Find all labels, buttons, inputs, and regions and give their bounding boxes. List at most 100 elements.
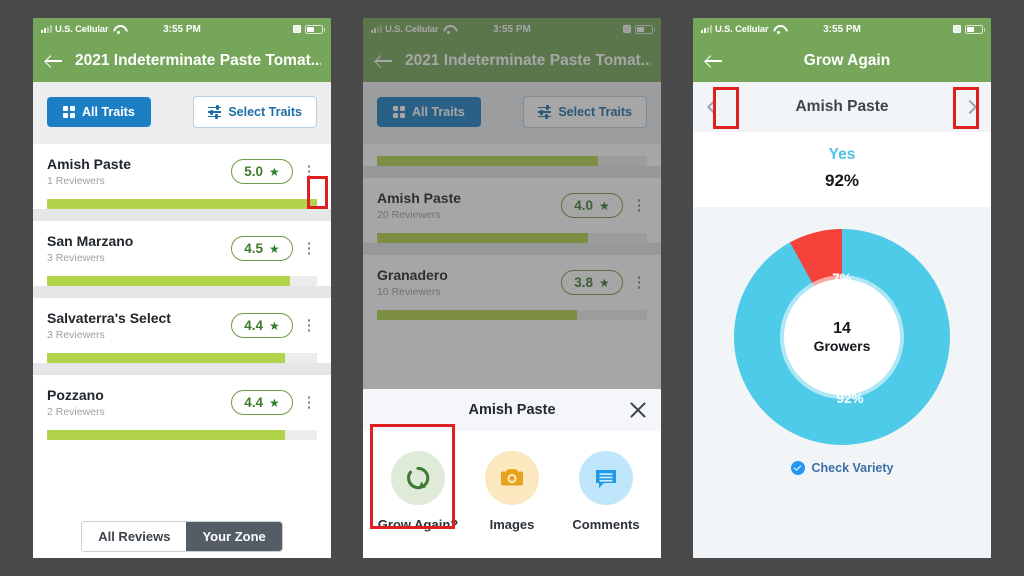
kebab-menu-icon[interactable] xyxy=(301,393,317,413)
star-icon: ★ xyxy=(269,318,280,333)
status-bar: U.S. Cellular 3:55 PM xyxy=(33,18,331,40)
review-scope-toolbar: All Reviews Your Zone xyxy=(33,514,331,558)
variety-name: San Marzano xyxy=(47,233,134,249)
battery-icon xyxy=(965,24,985,34)
action-sheet-header: Amish Paste xyxy=(363,389,661,431)
check-circle-icon xyxy=(790,461,805,475)
phone-panel-grow-again: U.S. Cellular 3:55 PM Grow Again Amish P… xyxy=(693,18,991,558)
phone-panel-variety-list: U.S. Cellular 3:55 PM 2021 Indeterminate… xyxy=(33,18,331,558)
variety-name: Pozzano xyxy=(47,387,104,403)
clock-label: 3:55 PM xyxy=(163,23,201,35)
list-item[interactable]: Salvaterra's Select 3 Reviewers 4.4 ★ xyxy=(33,298,331,363)
list-item-header: Salvaterra's Select 3 Reviewers 4.4 ★ xyxy=(47,310,317,341)
grower-count: 14 xyxy=(833,320,851,337)
current-variety-label: Amish Paste xyxy=(795,98,889,115)
kebab-menu-icon[interactable] xyxy=(301,162,317,182)
grow-again-label: Grow Again? xyxy=(377,517,459,532)
answer-percent: 92% xyxy=(824,171,860,190)
close-icon[interactable] xyxy=(629,401,647,419)
list-item-header: Pozzano 2 Reviewers 4.4 ★ xyxy=(47,387,317,418)
rating-value: 5.0 xyxy=(244,164,263,179)
legend-label: Check Variety xyxy=(811,461,894,475)
variety-list: Amish Paste 1 Reviewers 5.0 ★ San Marzan… xyxy=(33,144,331,440)
action-sheet-body: Grow Again? Images Comments xyxy=(363,431,661,558)
grid-icon xyxy=(63,106,75,118)
star-icon: ★ xyxy=(269,241,280,256)
rating-badge: 4.4 ★ xyxy=(231,390,293,415)
status-bar: U.S. Cellular 3:55 PM xyxy=(693,18,991,40)
select-traits-button[interactable]: Select Traits xyxy=(193,96,317,128)
variety-name: Salvaterra's Select xyxy=(47,310,171,326)
grow-again-action[interactable]: Grow Again? xyxy=(371,451,465,532)
variety-switcher: Amish Paste xyxy=(693,82,991,132)
rating-bar-fill xyxy=(47,353,285,363)
star-icon: ★ xyxy=(269,395,280,410)
page-title: Grow Again xyxy=(803,52,891,69)
action-sheet-title: Amish Paste xyxy=(468,402,556,418)
answer-label: Yes xyxy=(828,146,856,163)
phone-panel-action-sheet: U.S. Cellular 3:55 PM 2021 Indeterminate… xyxy=(363,18,661,558)
clock-label: 3:55 PM xyxy=(823,23,861,35)
all-traits-button[interactable]: All Traits xyxy=(47,97,151,127)
rating-badge: 4.5 ★ xyxy=(231,236,293,261)
donut-chart: 7% 92% 14 Growers xyxy=(734,229,950,445)
tab-all-reviews[interactable]: All Reviews xyxy=(82,521,187,551)
rating-bar-fill xyxy=(47,430,285,440)
sliders-icon xyxy=(208,105,222,120)
variety-name: Amish Paste xyxy=(47,156,132,172)
back-arrow-icon[interactable] xyxy=(43,50,65,72)
images-action[interactable]: Images xyxy=(465,451,559,532)
nav-bar: 2021 Indeterminate Paste Tomat... xyxy=(33,40,331,82)
donut-center: 14 Growers xyxy=(784,279,900,395)
rating-bar-track xyxy=(47,430,317,440)
star-icon: ★ xyxy=(269,164,280,179)
donut-chart-area: 7% 92% 14 Growers Check Variety xyxy=(693,207,991,558)
kebab-menu-icon[interactable] xyxy=(301,316,317,336)
comment-icon xyxy=(579,451,633,505)
rating-bar-track xyxy=(47,353,317,363)
answer-summary: Yes 92% xyxy=(693,132,991,207)
comments-label: Comments xyxy=(572,517,640,532)
action-sheet: Amish Paste Grow Again? Images Comments xyxy=(363,389,661,558)
list-item-header: San Marzano 3 Reviewers 4.5 ★ xyxy=(47,233,317,264)
list-item-text: Amish Paste 1 Reviewers xyxy=(47,156,231,187)
refresh-circle-icon xyxy=(391,451,445,505)
rating-bar-fill xyxy=(47,276,290,286)
traits-toolbar: All Traits Select Traits xyxy=(33,82,331,144)
list-item[interactable]: Pozzano 2 Reviewers 4.4 ★ xyxy=(33,375,331,440)
page-title: 2021 Indeterminate Paste Tomat... xyxy=(75,52,321,69)
rating-badge: 5.0 ★ xyxy=(231,159,293,184)
list-item-text: Salvaterra's Select 3 Reviewers xyxy=(47,310,231,341)
segmented-control: All Reviews Your Zone xyxy=(81,520,283,552)
rating-bar-fill xyxy=(47,199,317,209)
rating-value: 4.4 xyxy=(244,318,263,333)
comments-action[interactable]: Comments xyxy=(559,451,653,532)
chevron-left-icon[interactable] xyxy=(706,99,722,115)
screenshot-stage: U.S. Cellular 3:55 PM 2021 Indeterminate… xyxy=(0,0,1024,576)
chart-legend[interactable]: Check Variety xyxy=(693,461,991,475)
rating-bar-track xyxy=(47,199,317,209)
list-item-text: Pozzano 2 Reviewers xyxy=(47,387,231,418)
reviewer-count: 1 Reviewers xyxy=(47,175,105,187)
images-label: Images xyxy=(489,517,535,532)
list-item-text: San Marzano 3 Reviewers xyxy=(47,233,231,264)
back-arrow-icon[interactable] xyxy=(703,50,725,72)
chevron-right-icon[interactable] xyxy=(962,99,978,115)
reviewer-count: 3 Reviewers xyxy=(47,329,105,341)
list-item[interactable]: San Marzano 3 Reviewers 4.5 ★ xyxy=(33,221,331,286)
select-traits-label: Select Traits xyxy=(228,105,302,119)
rating-value: 4.5 xyxy=(244,241,263,256)
nav-bar: Grow Again xyxy=(693,40,991,82)
rating-badge: 4.4 ★ xyxy=(231,313,293,338)
all-traits-label: All Traits xyxy=(82,105,135,119)
kebab-menu-icon[interactable] xyxy=(301,239,317,259)
reviewer-count: 2 Reviewers xyxy=(47,406,105,418)
grower-label: Growers xyxy=(813,338,871,354)
battery-icon xyxy=(305,24,325,34)
rating-bar-track xyxy=(47,276,317,286)
list-item[interactable]: Amish Paste 1 Reviewers 5.0 ★ xyxy=(33,144,331,209)
tab-your-zone[interactable]: Your Zone xyxy=(186,521,282,551)
camera-icon xyxy=(485,451,539,505)
rating-value: 4.4 xyxy=(244,395,263,410)
reviewer-count: 3 Reviewers xyxy=(47,252,105,264)
